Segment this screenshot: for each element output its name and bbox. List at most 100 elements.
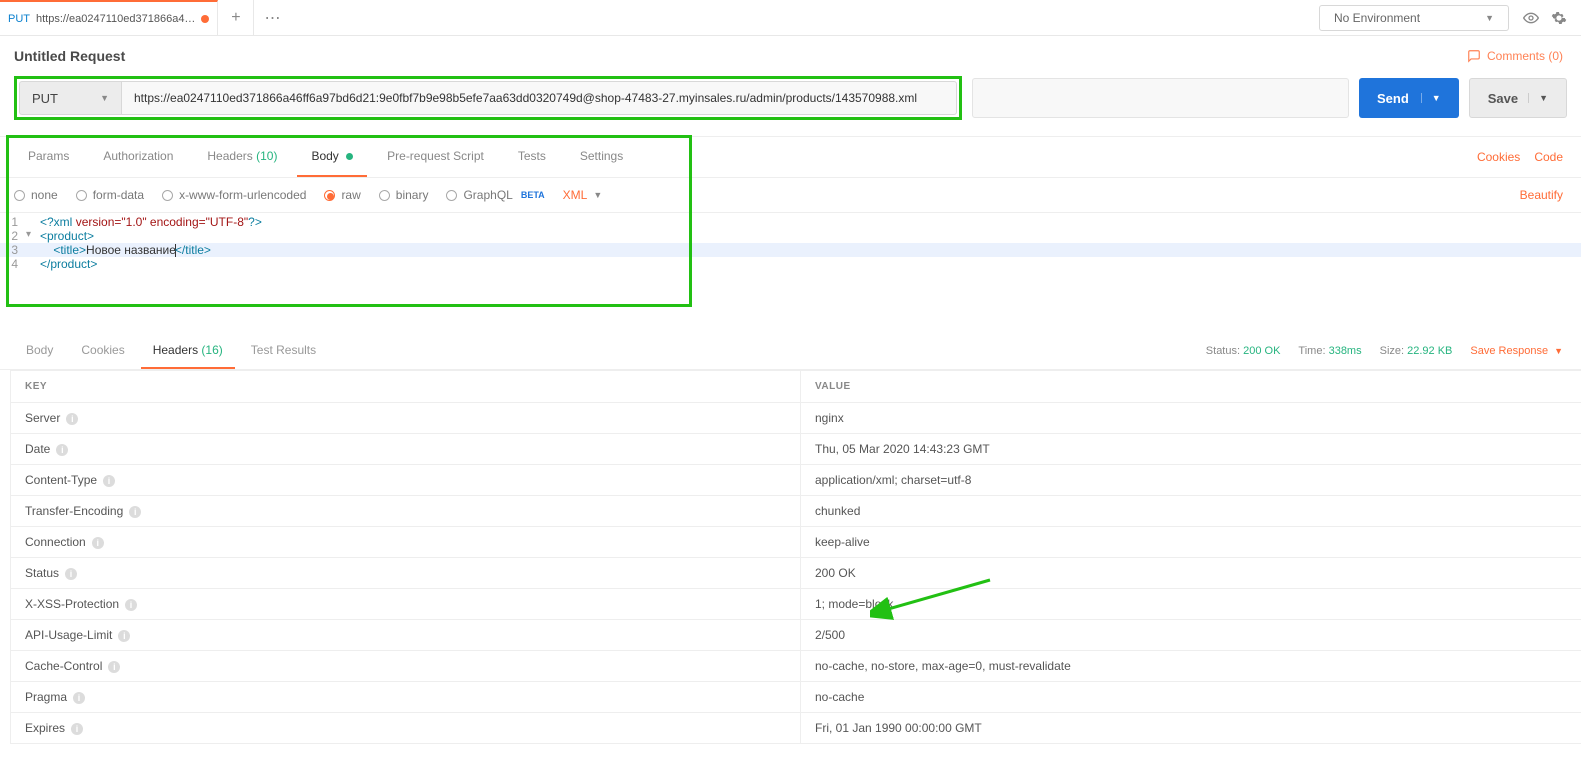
header-key: Serveri (11, 403, 801, 434)
header-key: X-XSS-Protectioni (11, 589, 801, 620)
beta-badge: BETA (521, 190, 545, 200)
tab-params[interactable]: Params (14, 137, 83, 177)
table-row: DateiThu, 05 Mar 2020 14:43:23 GMT (11, 434, 1581, 465)
window-tabs: PUT https://ea0247110ed371866a4… + ⋯ No … (0, 0, 1581, 36)
resp-tab-headers[interactable]: Headers (16) (141, 333, 235, 369)
body-editor[interactable]: 1<?xml version="1.0" encoding="UTF-8"?> … (0, 213, 1581, 303)
table-row: Pragmaino-cache (11, 682, 1581, 713)
save-response-button[interactable]: Save Response ▼ (1470, 345, 1563, 357)
info-icon: i (66, 413, 78, 425)
gear-icon (1551, 10, 1567, 26)
request-links: Cookies Code (1477, 150, 1563, 164)
tab-headers[interactable]: Headers (10) (193, 137, 291, 177)
send-label: Send (1377, 91, 1409, 106)
info-icon: i (92, 537, 104, 549)
request-tab[interactable]: PUT https://ea0247110ed371866a4… (0, 0, 218, 36)
body-xwww-radio[interactable]: x-www-form-urlencoded (162, 188, 306, 202)
header-value: Fri, 01 Jan 1990 00:00:00 GMT (801, 713, 1581, 744)
comments-button[interactable]: Comments (0) (1467, 49, 1563, 63)
tab-pre-request-script[interactable]: Pre-request Script (373, 137, 498, 177)
response-tabs: Body Cookies Headers (16) Test Results (14, 333, 328, 369)
beautify-link[interactable]: Beautify (1520, 188, 1563, 202)
header-key: Expiresi (11, 713, 801, 744)
th-key: KEY (11, 371, 801, 403)
table-row: Cache-Controlino-cache, no-store, max-ag… (11, 651, 1581, 682)
chevron-down-icon: ▼ (1485, 13, 1494, 23)
header-key: Datei (11, 434, 801, 465)
info-icon: i (129, 506, 141, 518)
body-dot-icon (346, 153, 353, 160)
body-formdata-radio[interactable]: form-data (76, 188, 144, 202)
url-value: https://ea0247110ed371866a46ff6a97bd6d21… (134, 91, 917, 105)
size-value: 22.92 KB (1407, 345, 1452, 357)
chevron-down-icon: ▼ (100, 93, 109, 103)
response-headers-table: KEY VALUE ServeringinxDateiThu, 05 Mar 2… (10, 370, 1581, 744)
tab-tests[interactable]: Tests (504, 137, 560, 177)
resp-tab-body[interactable]: Body (14, 333, 65, 369)
request-title: Untitled Request (14, 48, 125, 64)
tab-authorization[interactable]: Authorization (89, 137, 187, 177)
resp-tab-cookies[interactable]: Cookies (69, 333, 136, 369)
resp-tab-test-results[interactable]: Test Results (239, 333, 328, 369)
status-value: 200 OK (1243, 345, 1280, 357)
new-tab-button[interactable]: + (218, 0, 254, 36)
header-key: Content-Typei (11, 465, 801, 496)
url-input[interactable]: https://ea0247110ed371866a46ff6a97bd6d21… (121, 81, 957, 115)
cookies-link[interactable]: Cookies (1477, 150, 1520, 164)
body-raw-radio[interactable]: raw (324, 188, 360, 202)
chevron-down-icon[interactable]: ▼ (1421, 93, 1441, 103)
header-value: 200 OK (801, 558, 1581, 589)
settings-button[interactable] (1545, 4, 1573, 32)
eye-icon (1523, 10, 1539, 26)
table-row: Connectionikeep-alive (11, 527, 1581, 558)
environment-label: No Environment (1334, 11, 1420, 25)
body-graphql-radio[interactable]: GraphQLBETA (446, 188, 544, 202)
th-value: VALUE (801, 371, 1581, 403)
body-format-select[interactable]: XML ▼ (563, 188, 603, 202)
info-icon: i (56, 444, 68, 456)
info-icon: i (118, 630, 130, 642)
code-link[interactable]: Code (1534, 150, 1563, 164)
header-value: nginx (801, 403, 1581, 434)
tab-body[interactable]: Body (297, 137, 367, 177)
tab-method: PUT (8, 13, 30, 25)
table-row: API-Usage-Limiti2/500 (11, 620, 1581, 651)
comment-icon (1467, 49, 1481, 63)
headers-label: Headers (207, 149, 252, 163)
method-select[interactable]: PUT ▼ (19, 81, 121, 115)
unsaved-dot-icon (201, 15, 209, 23)
header-value: application/xml; charset=utf-8 (801, 465, 1581, 496)
info-icon: i (73, 692, 85, 704)
tab-options-button[interactable]: ⋯ (254, 0, 290, 36)
info-icon: i (71, 723, 83, 735)
url-input-extension[interactable] (972, 78, 1349, 118)
table-row: X-XSS-Protectioni1; mode=block (11, 589, 1581, 620)
response-meta: Status: 200 OK Time: 338ms Size: 22.92 K… (1206, 345, 1563, 357)
tab-title: https://ea0247110ed371866a4… (36, 13, 195, 25)
environment-quicklook-button[interactable] (1517, 4, 1545, 32)
resp-headers-count: (16) (201, 343, 222, 357)
headers-count: (10) (256, 149, 277, 163)
table-row: ExpiresiFri, 01 Jan 1990 00:00:00 GMT (11, 713, 1581, 744)
header-key: Cache-Controli (11, 651, 801, 682)
table-row: Content-Typeiapplication/xml; charset=ut… (11, 465, 1581, 496)
body-format-value: XML (563, 188, 588, 202)
chevron-down-icon[interactable]: ▼ (1528, 93, 1548, 103)
body-binary-radio[interactable]: binary (379, 188, 429, 202)
tab-settings[interactable]: Settings (566, 137, 637, 177)
header-value: no-cache, no-store, max-age=0, must-reva… (801, 651, 1581, 682)
info-icon: i (125, 599, 137, 611)
header-value: Thu, 05 Mar 2020 14:43:23 GMT (801, 434, 1581, 465)
info-icon: i (108, 661, 120, 673)
header-value: chunked (801, 496, 1581, 527)
table-row: Statusi200 OK (11, 558, 1581, 589)
header-key: Statusi (11, 558, 801, 589)
send-button[interactable]: Send ▼ (1359, 78, 1459, 118)
header-key: Connectioni (11, 527, 801, 558)
body-label: Body (311, 149, 338, 163)
environment-select[interactable]: No Environment ▼ (1319, 5, 1509, 31)
save-button[interactable]: Save ▼ (1469, 78, 1567, 118)
header-value: no-cache (801, 682, 1581, 713)
body-none-radio[interactable]: none (14, 188, 58, 202)
save-response-label: Save Response (1470, 345, 1548, 357)
